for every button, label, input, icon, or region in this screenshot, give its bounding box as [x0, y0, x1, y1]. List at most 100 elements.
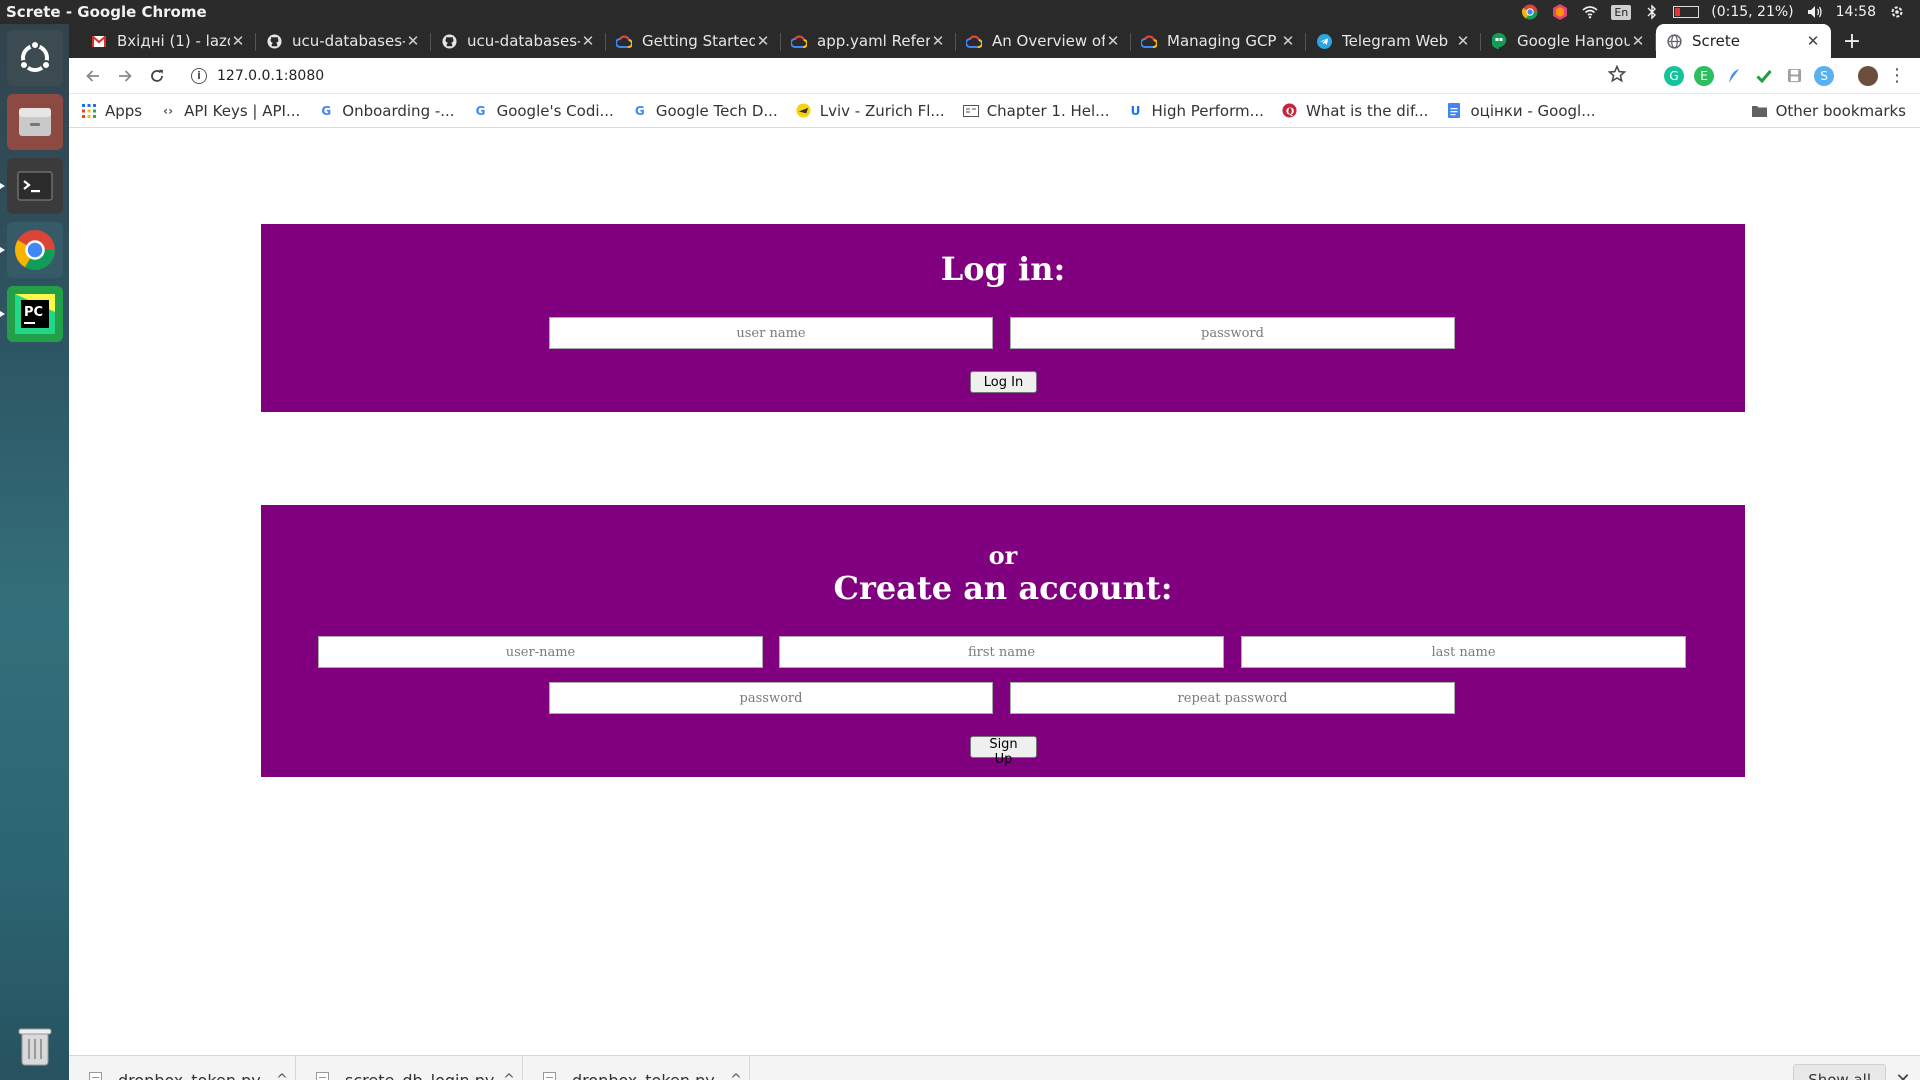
profile-avatar[interactable] [1858, 65, 1878, 86]
running-indicator [0, 247, 5, 253]
tab-title: ucu-databases-c [292, 32, 405, 50]
close-tab-icon[interactable]: ✕ [580, 32, 596, 50]
or-separator: or [988, 541, 1018, 570]
bookmark-item[interactable]: ‹› API Keys | API... [160, 102, 300, 120]
terminal-app-icon[interactable] [7, 158, 63, 214]
keyboard-language-indicator[interactable]: En [1611, 4, 1632, 20]
extensions-row: G E S ⋮ [1607, 64, 1920, 87]
login-heading: Log in: [940, 250, 1066, 288]
running-indicator [0, 311, 5, 317]
skype-icon[interactable]: S [1814, 65, 1834, 86]
show-all-downloads-button[interactable]: Show all [1793, 1064, 1886, 1080]
quill-icon[interactable] [1724, 65, 1744, 86]
volume-icon[interactable] [1806, 3, 1824, 21]
tab-github[interactable]: ucu-databases-c ✕ [431, 24, 606, 58]
svg-text:Q: Q [1286, 106, 1294, 117]
close-tab-icon[interactable]: ✕ [1805, 32, 1821, 50]
bluetooth-icon[interactable] [1643, 3, 1661, 21]
other-bookmarks[interactable]: Other bookmarks [1752, 102, 1906, 120]
download-item[interactable]: screte_db_login.py ^ [296, 1055, 523, 1080]
bookmark-label: What is the dif... [1305, 101, 1429, 120]
signup-lastname-input[interactable] [1241, 636, 1686, 668]
tab-hangouts[interactable]: Google Hangou ✕ [1481, 24, 1656, 58]
signup-repeat-password-input[interactable] [1010, 682, 1455, 714]
tab-telegram[interactable]: Telegram Web ✕ [1306, 24, 1481, 58]
bookmark-star-icon[interactable] [1607, 64, 1627, 87]
back-icon[interactable] [77, 60, 109, 92]
signup-username-input[interactable] [318, 636, 763, 668]
close-tab-icon[interactable]: ✕ [405, 32, 421, 50]
bookmark-item[interactable]: оцінки - Googl... [1446, 102, 1596, 120]
login-button[interactable]: Log In [970, 371, 1037, 393]
bookmark-label: API Keys | API... [184, 101, 301, 120]
url-text[interactable]: 127.0.0.1:8080 [217, 68, 324, 84]
close-tab-icon[interactable]: ✕ [1280, 32, 1296, 50]
hex-app-icon[interactable] [1551, 3, 1569, 21]
close-tab-icon[interactable]: ✕ [1105, 32, 1121, 50]
google-docs-icon [1446, 103, 1462, 119]
signup-firstname-input[interactable] [779, 636, 1224, 668]
chrome-tray-icon[interactable] [1521, 3, 1539, 21]
evernote-icon[interactable]: E [1694, 65, 1714, 86]
close-downloads-icon[interactable]: ✕ [1886, 1070, 1920, 1080]
globe-icon [1666, 33, 1682, 49]
tab-gmail[interactable]: Вхідні (1) - lazor ✕ [81, 24, 256, 58]
tab-gcp[interactable]: An Overview of ✕ [956, 24, 1131, 58]
close-tab-icon[interactable]: ✕ [930, 32, 946, 50]
login-password-input[interactable] [1010, 317, 1455, 349]
files-app-icon[interactable] [7, 94, 63, 150]
forward-icon[interactable] [109, 60, 141, 92]
download-item[interactable]: dropbox_token.py ^ [523, 1055, 750, 1080]
close-tab-icon[interactable]: ✕ [230, 32, 246, 50]
bookmark-item[interactable]: G Onboarding -... [318, 102, 454, 120]
hangouts-icon [1491, 33, 1507, 49]
plane-icon [796, 103, 812, 119]
login-username-input[interactable] [549, 317, 993, 349]
new-tab-button[interactable]: + [1837, 24, 1867, 58]
save-page-icon[interactable] [1784, 65, 1804, 86]
tab-gcp[interactable]: app.yaml Refere ✕ [781, 24, 956, 58]
google-icon: G [321, 103, 332, 118]
chevron-up-icon[interactable]: ^ [269, 1072, 295, 1080]
bookmark-label: Onboarding -... [342, 101, 455, 120]
bookmark-item[interactable]: Lviv - Zurich Fl... [796, 102, 945, 120]
signup-password-input[interactable] [549, 682, 993, 714]
battery-icon[interactable] [1673, 6, 1700, 18]
bookmark-item[interactable]: G Google's Codi... [473, 102, 614, 120]
download-item[interactable]: dropbox_token.py ^ [69, 1055, 296, 1080]
power-gear-icon[interactable] [1888, 3, 1906, 21]
bookmark-item[interactable]: U High Perform... [1128, 102, 1264, 120]
chevron-up-icon[interactable]: ^ [496, 1072, 522, 1080]
clock[interactable]: 14:58 [1836, 4, 1876, 20]
tab-strip: Вхідні (1) - lazor ✕ ucu-databases-c ✕ u… [69, 24, 1920, 58]
file-icon [89, 1072, 102, 1080]
gcp-icon [616, 33, 632, 49]
close-tab-icon[interactable]: ✕ [755, 32, 771, 50]
close-tab-icon[interactable]: ✕ [1455, 32, 1471, 50]
chevron-up-icon[interactable]: ^ [723, 1072, 749, 1080]
bookmark-item[interactable]: G Google Tech D... [632, 102, 778, 120]
ubuntu-dash-icon[interactable] [7, 30, 63, 86]
bookmark-apps[interactable]: Apps [81, 102, 142, 120]
bookmark-item[interactable]: Q What is the dif... [1282, 101, 1429, 120]
reload-icon[interactable] [141, 60, 173, 92]
tab-screte[interactable]: Screte ✕ [1656, 24, 1831, 58]
address-bar[interactable]: i 127.0.0.1:8080 [179, 61, 1608, 91]
bookmark-item[interactable]: Chapter 1. Hel... [962, 102, 1110, 120]
tab-gcp[interactable]: Getting Started ✕ [606, 24, 781, 58]
site-info-icon[interactable]: i [191, 67, 207, 84]
tab-github[interactable]: ucu-databases-c ✕ [256, 24, 431, 58]
wifi-icon[interactable] [1581, 3, 1599, 21]
file-icon [543, 1072, 556, 1080]
close-tab-icon[interactable]: ✕ [1630, 32, 1646, 50]
github-icon [266, 33, 282, 49]
chrome-app-icon[interactable] [7, 222, 63, 278]
checkmark-icon[interactable] [1754, 65, 1774, 86]
grammarly-icon[interactable]: G [1664, 65, 1684, 86]
trash-icon[interactable] [7, 1018, 63, 1074]
tab-gcp[interactable]: Managing GCP P ✕ [1131, 24, 1306, 58]
menu-kebab-icon[interactable]: ⋮ [1888, 65, 1906, 86]
signup-button[interactable]: Sign Up [970, 736, 1037, 767]
code-brackets-icon: ‹› [163, 103, 174, 118]
pycharm-app-icon[interactable]: PC [7, 286, 63, 342]
